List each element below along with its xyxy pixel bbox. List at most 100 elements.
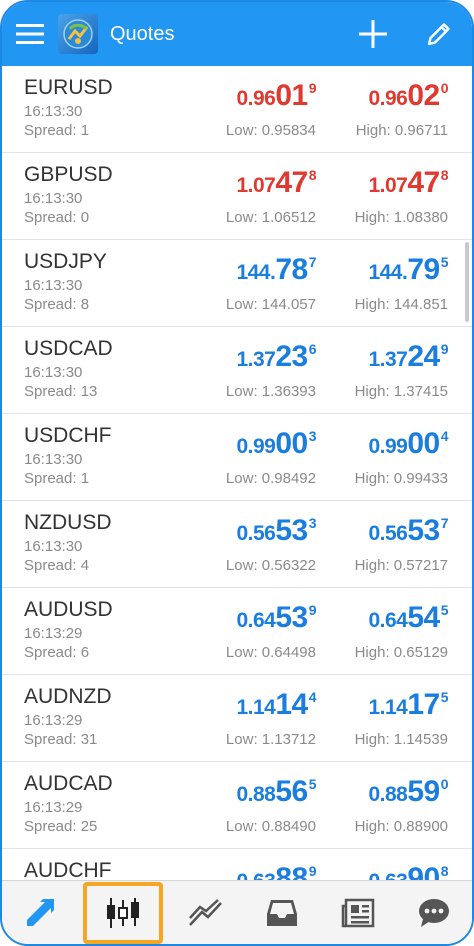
ask-price-big: 17 bbox=[407, 688, 440, 721]
nav-inbox[interactable] bbox=[249, 885, 315, 941]
scrollbar[interactable] bbox=[465, 242, 469, 322]
bid-price[interactable]: 0.99 00 3 bbox=[236, 427, 316, 461]
ask-price[interactable]: 1.37 24 9 bbox=[368, 340, 448, 374]
bid-price-pre: 0.64 bbox=[236, 609, 276, 632]
spread-value: Spread: 31 bbox=[24, 731, 98, 748]
bid-price-sup: 9 bbox=[308, 863, 317, 879]
ask-price-big: 47 bbox=[407, 166, 440, 199]
nav-news[interactable] bbox=[325, 885, 391, 941]
app-frame: Quotes EURUSD 16:13:30 Spread: 1 0.96 01 9 0.9… bbox=[0, 0, 474, 946]
quote-row-audusd[interactable]: AUDUSD 16:13:29 Spread: 6 0.64 53 9 0.64 54 5 Low… bbox=[2, 588, 472, 675]
symbol-name: AUDUSD bbox=[24, 598, 113, 621]
ask-price-pre: 0.64 bbox=[368, 609, 408, 632]
bid-price-big: 00 bbox=[275, 427, 308, 460]
nav-trade[interactable] bbox=[7, 885, 73, 941]
bid-price[interactable]: 0.56 53 3 bbox=[236, 514, 316, 548]
bid-price-pre: 1.07 bbox=[236, 174, 276, 197]
symbol-name: USDCHF bbox=[24, 424, 112, 447]
bid-price-pre: 0.99 bbox=[236, 435, 276, 458]
high-value: High: 144.851 bbox=[354, 296, 448, 313]
quote-row-usdcad[interactable]: USDCAD 16:13:30 Spread: 13 1.37 23 6 1.37 24 9 Lo… bbox=[2, 327, 472, 414]
quotes-icon bbox=[107, 897, 139, 928]
bid-price-big: 53 bbox=[275, 601, 308, 634]
ask-price-sup: 5 bbox=[440, 689, 449, 705]
quote-row-usdjpy[interactable]: USDJPY 16:13:30 Spread: 8 144. 78 7 144. 79 5 Low… bbox=[2, 240, 472, 327]
ask-price[interactable]: 0.99 00 4 bbox=[368, 427, 448, 461]
chart-icon bbox=[189, 898, 222, 926]
nav-chat[interactable] bbox=[401, 885, 467, 941]
bid-price-pre: 0.88 bbox=[236, 783, 276, 806]
low-value: Low: 0.56322 bbox=[225, 557, 316, 574]
high-value: High: 0.99433 bbox=[354, 470, 448, 487]
ask-price[interactable]: 0.88 59 0 bbox=[368, 775, 448, 809]
bid-price[interactable]: 1.14 14 4 bbox=[236, 688, 316, 722]
menu-button[interactable] bbox=[2, 2, 58, 66]
quotes-list[interactable]: EURUSD 16:13:30 Spread: 1 0.96 01 9 0.96 02 0 Low… bbox=[2, 66, 472, 884]
quote-row-audchf[interactable]: AUDCHF 0.63 88 9 0.63 90 8 bbox=[2, 849, 472, 884]
spread-value: Spread: 1 bbox=[24, 122, 90, 139]
bid-price-pre: 1.14 bbox=[236, 696, 276, 719]
quote-row-gbpusd[interactable]: GBPUSD 16:13:30 Spread: 0 1.07 47 8 1.07 47 8 Low… bbox=[2, 153, 472, 240]
top-app-bar: Quotes bbox=[2, 2, 472, 66]
news-icon bbox=[341, 898, 375, 927]
symbol-name: AUDCAD bbox=[24, 772, 113, 795]
bid-price[interactable]: 0.64 53 9 bbox=[236, 601, 316, 635]
quote-row-usdchf[interactable]: USDCHF 16:13:30 Spread: 1 0.99 00 3 0.99 00 4 Low… bbox=[2, 414, 472, 501]
ask-price-sup: 7 bbox=[440, 515, 449, 531]
quote-time: 16:13:29 bbox=[24, 625, 83, 642]
bid-price[interactable]: 144. 78 7 bbox=[236, 253, 316, 287]
low-value: Low: 1.13712 bbox=[225, 731, 316, 748]
chat-icon bbox=[419, 898, 449, 927]
ask-price[interactable]: 1.14 17 5 bbox=[368, 688, 448, 722]
high-value: High: 0.88900 bbox=[354, 818, 448, 835]
ask-price[interactable]: 0.64 54 5 bbox=[368, 601, 448, 635]
quote-time: 16:13:30 bbox=[24, 277, 83, 294]
quote-time: 16:13:30 bbox=[24, 103, 83, 120]
bid-price-sup: 6 bbox=[308, 341, 317, 357]
ask-price-big: 59 bbox=[407, 775, 440, 808]
edit-button[interactable] bbox=[406, 2, 472, 66]
high-value: High: 1.14539 bbox=[354, 731, 448, 748]
bid-price[interactable]: 1.37 23 6 bbox=[236, 340, 316, 374]
symbol-name: GBPUSD bbox=[24, 163, 113, 186]
bid-price-big: 14 bbox=[275, 688, 308, 721]
nav-chart[interactable] bbox=[173, 885, 239, 941]
ask-price-pre: 0.56 bbox=[368, 522, 408, 545]
bid-price-pre: 0.96 bbox=[236, 87, 276, 110]
spread-value: Spread: 1 bbox=[24, 470, 90, 487]
bid-price-big: 23 bbox=[275, 340, 308, 373]
inbox-icon bbox=[267, 899, 297, 926]
symbol-name: NZDUSD bbox=[24, 511, 112, 534]
ask-price-pre: 1.07 bbox=[368, 174, 408, 197]
bid-price[interactable]: 0.96 01 9 bbox=[236, 79, 316, 113]
low-value: Low: 1.36393 bbox=[225, 383, 316, 400]
ask-price-sup: 0 bbox=[440, 776, 449, 792]
ask-price-big: 54 bbox=[407, 601, 440, 634]
quote-row-nzdusd[interactable]: NZDUSD 16:13:30 Spread: 4 0.56 53 3 0.56 53 7 Low… bbox=[2, 501, 472, 588]
ask-price[interactable]: 0.96 02 0 bbox=[368, 79, 448, 113]
bid-price[interactable]: 1.07 47 8 bbox=[236, 166, 316, 200]
quote-row-eurusd[interactable]: EURUSD 16:13:30 Spread: 1 0.96 01 9 0.96 02 0 Low… bbox=[2, 66, 472, 153]
ask-price-sup: 4 bbox=[440, 428, 449, 444]
symbol-name: AUDNZD bbox=[24, 685, 112, 708]
bid-price-sup: 9 bbox=[308, 80, 317, 96]
bid-price-pre: 144. bbox=[236, 261, 276, 284]
page-title: Quotes bbox=[110, 22, 175, 45]
high-value: High: 0.57217 bbox=[354, 557, 448, 574]
nav-quotes[interactable] bbox=[83, 881, 163, 944]
quote-row-audcad[interactable]: AUDCAD 16:13:29 Spread: 25 0.88 56 5 0.88 59 0 Lo… bbox=[2, 762, 472, 849]
spread-value: Spread: 25 bbox=[24, 818, 98, 835]
ask-price[interactable]: 0.56 53 7 bbox=[368, 514, 448, 548]
bid-price[interactable]: 0.88 56 5 bbox=[236, 775, 316, 809]
trade-arrow-icon bbox=[27, 898, 54, 926]
ask-price[interactable]: 1.07 47 8 bbox=[368, 166, 448, 200]
ask-price[interactable]: 144. 79 5 bbox=[368, 253, 448, 287]
add-symbol-button[interactable] bbox=[340, 2, 406, 66]
bottom-navigation bbox=[2, 880, 472, 944]
bid-price-sup: 3 bbox=[308, 515, 317, 531]
app-logo bbox=[58, 14, 98, 54]
low-value: Low: 144.057 bbox=[225, 296, 316, 313]
bid-price-sup: 5 bbox=[308, 776, 317, 792]
ask-price-sup: 8 bbox=[440, 863, 449, 879]
quote-row-audnzd[interactable]: AUDNZD 16:13:29 Spread: 31 1.14 14 4 1.14 17 5 Lo… bbox=[2, 675, 472, 762]
